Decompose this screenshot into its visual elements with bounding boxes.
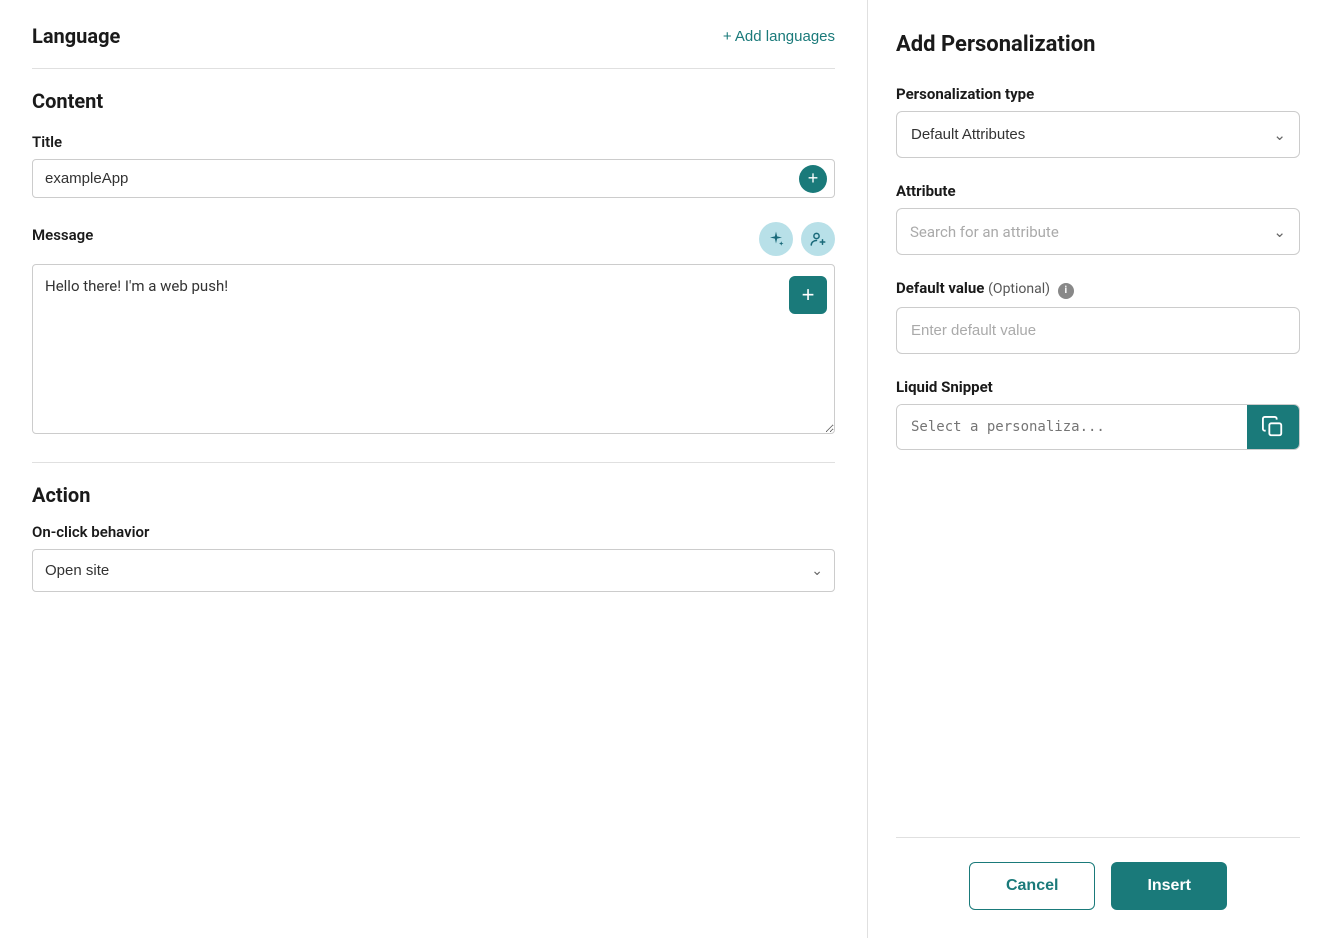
default-value-input[interactable]	[896, 307, 1300, 354]
title-input[interactable]	[32, 159, 835, 198]
sparkle-icon	[767, 230, 785, 248]
info-icon[interactable]: i	[1058, 283, 1074, 299]
language-title: Language	[32, 24, 120, 48]
panel-footer: Cancel Insert	[896, 837, 1300, 910]
add-languages-label: + Add languages	[723, 28, 835, 45]
message-label: Message	[32, 226, 93, 244]
personalization-type-dropdown-wrapper: Default Attributes Custom Attributes Eve…	[896, 111, 1300, 158]
title-label: Title	[32, 133, 835, 151]
message-plus-button[interactable]: +	[789, 276, 827, 314]
message-actions	[759, 222, 835, 256]
default-value-optional-text: (Optional)	[988, 281, 1050, 297]
onclick-field: On-click behavior Open site Open URL Dee…	[32, 523, 835, 592]
liquid-snippet-label: Liquid Snippet	[896, 378, 1300, 396]
cancel-button[interactable]: Cancel	[969, 862, 1095, 910]
title-field: Title +	[32, 133, 835, 198]
personalization-type-select[interactable]: Default Attributes Custom Attributes Eve…	[896, 111, 1300, 158]
right-panel: Add Personalization Personalization type…	[868, 0, 1328, 938]
content-section: Content Title + Message	[32, 89, 835, 438]
panel-title: Add Personalization	[896, 32, 1300, 57]
attribute-field: Attribute ⌄ Search for an attribute	[896, 182, 1300, 255]
message-header: Message	[32, 222, 835, 256]
person-plus-icon	[809, 230, 827, 248]
message-textarea[interactable]: Hello there! I'm a web push!	[32, 264, 835, 434]
action-title: Action	[32, 483, 835, 507]
title-input-wrapper: +	[32, 159, 835, 198]
default-value-label-text: Default value	[896, 279, 984, 297]
onclick-select-wrapper: Open site Open URL Deep link ⌄	[32, 549, 835, 592]
copy-icon	[1262, 416, 1284, 438]
default-value-label: Default value (Optional) i	[896, 279, 1300, 299]
liquid-snippet-field: Liquid Snippet	[896, 378, 1300, 450]
liquid-snippet-input[interactable]	[897, 405, 1247, 449]
message-textarea-wrapper: Hello there! I'm a web push! +	[32, 264, 835, 438]
title-plus-button[interactable]: +	[799, 165, 827, 193]
message-plus-icon: +	[802, 282, 815, 308]
personalization-type-label: Personalization type	[896, 85, 1300, 103]
content-action-divider	[32, 462, 835, 463]
message-field: Message	[32, 222, 835, 438]
onclick-select[interactable]: Open site Open URL Deep link	[32, 549, 835, 592]
attribute-label: Attribute	[896, 182, 1300, 200]
insert-button[interactable]: Insert	[1111, 862, 1227, 910]
add-person-button[interactable]	[801, 222, 835, 256]
left-panel: Language + Add languages Content Title +…	[0, 0, 868, 938]
content-title: Content	[32, 89, 835, 113]
language-divider	[32, 68, 835, 69]
default-value-field: Default value (Optional) i	[896, 279, 1300, 354]
add-languages-button[interactable]: + Add languages	[723, 28, 835, 45]
ai-sparkle-button[interactable]	[759, 222, 793, 256]
action-section: Action On-click behavior Open site Open …	[32, 483, 835, 592]
liquid-copy-button[interactable]	[1247, 405, 1299, 449]
attribute-select[interactable]	[896, 208, 1300, 255]
liquid-snippet-wrapper	[896, 404, 1300, 450]
personalization-type-field: Personalization type Default Attributes …	[896, 85, 1300, 158]
onclick-label: On-click behavior	[32, 523, 835, 541]
title-plus-icon: +	[808, 168, 819, 189]
attribute-dropdown-wrapper: ⌄ Search for an attribute	[896, 208, 1300, 255]
language-section-header: Language + Add languages	[32, 24, 835, 48]
